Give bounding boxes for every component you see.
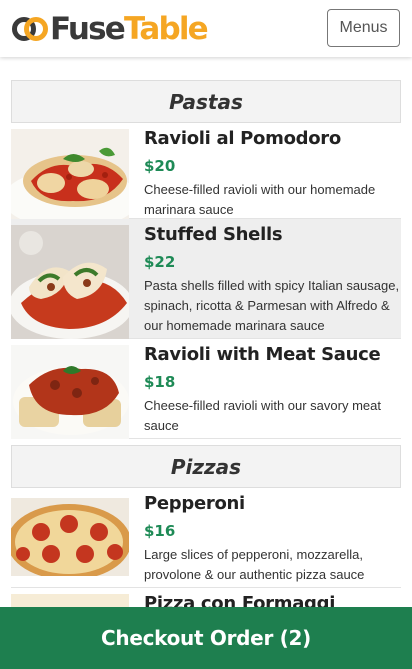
item-description: Large slices of pepperoni, mozzarella, p… bbox=[144, 547, 365, 582]
item-description: Cheese-filled ravioli with our homemade … bbox=[144, 182, 376, 217]
checkout-order-button[interactable]: Checkout Order (2) bbox=[0, 607, 412, 669]
menus-button[interactable]: Menus bbox=[327, 9, 400, 47]
item-name: Ravioli with Meat Sauce bbox=[144, 344, 381, 365]
app-header: FuseTable Menus bbox=[0, 0, 412, 57]
section-title: Pastas bbox=[169, 89, 243, 114]
item-price: $22 bbox=[144, 253, 176, 271]
stuffed-shells-photo bbox=[11, 225, 129, 339]
menu-item-pepperoni[interactable]: Pepperoni $16 Large slices of pepperoni,… bbox=[11, 488, 401, 588]
item-info: Pepperoni $16 Large slices of pepperoni,… bbox=[129, 488, 401, 587]
ravioli-pomodoro-photo bbox=[11, 129, 129, 219]
menu-item-ravioli-meat-sauce[interactable]: Ravioli with Meat Sauce $18 Cheese-fille… bbox=[11, 339, 401, 439]
item-description: Pasta shells filled with spicy Italian s… bbox=[144, 278, 400, 333]
item-price: $16 bbox=[144, 522, 176, 540]
logo-rings-icon bbox=[12, 17, 48, 41]
item-price: $18 bbox=[144, 373, 176, 391]
section-header-pizzas: Pizzas bbox=[11, 445, 401, 488]
item-name: Ravioli al Pomodoro bbox=[144, 128, 341, 149]
menu-item-stuffed-shells[interactable]: Stuffed Shells $22 Pasta shells filled w… bbox=[11, 219, 401, 339]
pepperoni-pizza-photo bbox=[11, 498, 129, 576]
item-name: Stuffed Shells bbox=[144, 224, 283, 245]
section-title: Pizzas bbox=[170, 454, 242, 479]
item-info: Ravioli al Pomodoro $20 Cheese-filled ra… bbox=[129, 123, 401, 218]
item-name: Pepperoni bbox=[144, 493, 245, 514]
ravioli-meat-sauce-photo bbox=[11, 345, 129, 439]
fusetable-logo[interactable]: FuseTable bbox=[11, 9, 209, 49]
logo-text: FuseTable bbox=[50, 11, 209, 47]
menu-item-ravioli-al-pomodoro[interactable]: Ravioli al Pomodoro $20 Cheese-filled ra… bbox=[11, 123, 401, 219]
checkout-label: Checkout Order (2) bbox=[101, 626, 311, 650]
section-header-pastas: Pastas bbox=[11, 80, 401, 123]
item-info: Stuffed Shells $22 Pasta shells filled w… bbox=[129, 219, 401, 338]
item-description: Cheese-filled ravioli with our savory me… bbox=[144, 398, 381, 433]
item-price: $20 bbox=[144, 157, 176, 175]
menu-list: Pastas Ravioli al Pomodoro $20 Cheese-fi… bbox=[11, 80, 401, 648]
item-info: Ravioli with Meat Sauce $18 Cheese-fille… bbox=[129, 339, 401, 438]
